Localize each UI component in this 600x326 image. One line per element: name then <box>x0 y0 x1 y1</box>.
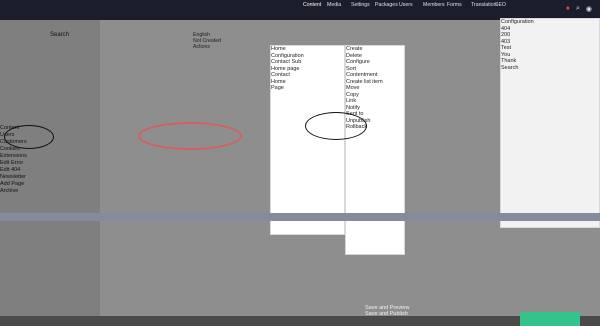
search-icon[interactable]: ⌕ <box>576 5 580 13</box>
nav-item-settings[interactable]: Settings <box>351 2 370 8</box>
tree-item[interactable]: Newsletter <box>0 174 27 181</box>
tree-item[interactable]: Extensions <box>0 153 27 160</box>
nav-item-members[interactable]: Members <box>423 2 445 8</box>
actions-menu: Create Delete Configure Sort Contentment… <box>345 45 405 255</box>
footer-bar <box>0 316 600 326</box>
search-label: Search <box>50 32 70 38</box>
footer-actions: Save and Preview Save and Publish <box>365 305 409 317</box>
tree-item[interactable]: Add Page <box>0 181 27 188</box>
right-panel: Configuration 404 200 403 Test You Thank… <box>500 18 600 228</box>
publish-button[interactable] <box>520 312 580 326</box>
user-icon[interactable]: ◉ <box>586 5 592 13</box>
context-menu: Home Configuration Contact Sub Home page… <box>270 45 345 235</box>
tree-panel: Search Content Users Customers Cookies E… <box>0 20 100 326</box>
nav-item-seo[interactable]: SEO <box>495 2 513 8</box>
nav-item-forms[interactable]: Forms <box>447 2 465 8</box>
separator-bar <box>0 213 600 221</box>
nav-item-content[interactable]: Content <box>303 2 321 8</box>
topbar-tools: ● ⌕ ◉ <box>566 5 592 13</box>
nav-item-users[interactable]: Users <box>399 2 417 8</box>
annotation-ellipse <box>138 122 242 150</box>
section-nav: Content Media Settings Packages Users Me… <box>303 2 513 8</box>
nav-item-packages[interactable]: Packages <box>375 2 398 8</box>
tree-item[interactable]: Archive <box>0 188 27 195</box>
annotation-ellipse <box>305 112 367 140</box>
help-icon[interactable]: ● <box>566 5 570 13</box>
annotation-ellipse <box>4 125 54 149</box>
nav-item-media[interactable]: Media <box>327 2 345 8</box>
menu-item[interactable]: Page <box>271 85 344 92</box>
tree-search[interactable]: Search <box>50 32 110 52</box>
right-item[interactable]: Search <box>501 65 599 72</box>
save-publish-label[interactable]: Save and Publish <box>365 311 409 317</box>
tree-item[interactable]: Edit Error <box>0 160 27 167</box>
tree-item[interactable]: Edit 404 <box>0 167 27 174</box>
top-navigation-bar: Content Media Settings Packages Users Me… <box>0 0 600 20</box>
nav-item-translation[interactable]: Translation <box>471 2 496 8</box>
